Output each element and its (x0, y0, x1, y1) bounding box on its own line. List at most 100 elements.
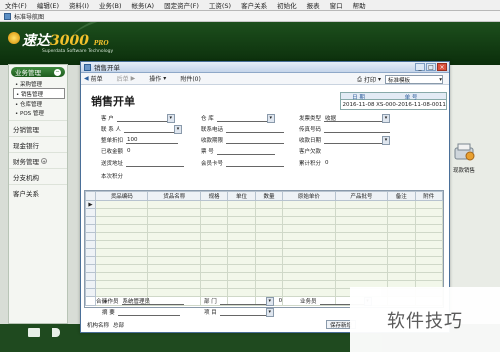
table-cell[interactable] (147, 272, 201, 281)
table-cell[interactable] (334, 200, 389, 209)
table-cell[interactable] (147, 200, 201, 209)
col-batch-no[interactable]: 产品批号 (334, 191, 389, 201)
table-row[interactable] (85, 216, 443, 225)
table-cell[interactable] (94, 216, 149, 225)
table-cell[interactable] (387, 216, 416, 225)
table-cell[interactable] (227, 240, 256, 249)
table-cell[interactable] (199, 256, 229, 265)
table-cell[interactable] (147, 224, 201, 233)
table-cell[interactable] (199, 200, 229, 209)
table-cell[interactable] (94, 272, 149, 281)
sidebar-item-distribution[interactable]: 分销管理 (9, 120, 67, 136)
table-cell[interactable] (282, 256, 336, 265)
table-cell[interactable] (282, 208, 336, 217)
nav-map-label[interactable]: 标准导航图 (14, 12, 44, 21)
table-cell[interactable] (254, 200, 284, 209)
table-cell[interactable] (414, 200, 443, 209)
table-cell[interactable] (414, 256, 443, 265)
date-value[interactable]: 2016-11-08 (341, 102, 376, 108)
ticket-no-input[interactable] (216, 148, 275, 155)
table-cell[interactable] (199, 264, 229, 273)
menu-reports[interactable]: 报表 (302, 0, 325, 10)
customer-input[interactable] (116, 113, 175, 123)
table-cell[interactable] (94, 256, 149, 265)
table-cell[interactable] (334, 248, 389, 257)
table-cell[interactable] (94, 200, 149, 209)
table-cell[interactable] (254, 216, 284, 225)
sidebar-sub-warehouse[interactable]: • 仓库管理 (9, 99, 67, 108)
table-cell[interactable] (199, 208, 229, 217)
table-cell[interactable] (147, 232, 201, 241)
table-cell[interactable] (199, 272, 229, 281)
sound-icon[interactable] (52, 328, 60, 337)
table-cell[interactable] (282, 216, 336, 225)
table-row[interactable] (85, 208, 443, 217)
table-cell[interactable] (147, 264, 201, 273)
table-cell[interactable] (254, 240, 284, 249)
table-cell[interactable] (334, 232, 389, 241)
table-cell[interactable] (387, 240, 416, 249)
table-cell[interactable] (147, 240, 201, 249)
menu-business[interactable]: 业务(B) (94, 0, 127, 10)
table-cell[interactable] (199, 248, 229, 257)
print-button[interactable]: ⎙ 打印 ▾ (357, 75, 381, 85)
col-attachment[interactable]: 附件 (414, 191, 443, 201)
menu-edit[interactable]: 编辑(E) (32, 0, 64, 10)
table-cell[interactable] (334, 208, 389, 217)
sidebar-item-cash-bank[interactable]: 现金银行 (9, 136, 67, 152)
table-cell[interactable] (387, 256, 416, 265)
table-cell[interactable] (227, 264, 256, 273)
table-cell[interactable] (94, 240, 149, 249)
table-cell[interactable] (282, 264, 336, 273)
table-cell[interactable] (387, 224, 416, 233)
table-cell[interactable] (254, 232, 284, 241)
table-cell[interactable] (227, 224, 256, 233)
next-order-button[interactable]: 后单 ▶ (117, 74, 136, 83)
table-cell[interactable] (254, 208, 284, 217)
table-cell[interactable] (199, 224, 229, 233)
menu-accounts[interactable]: 帐务(A) (127, 0, 160, 10)
table-cell[interactable] (282, 200, 336, 209)
maximize-button[interactable]: □ (426, 63, 436, 71)
project-select[interactable] (219, 307, 274, 317)
table-cell[interactable] (254, 248, 284, 257)
table-cell[interactable] (334, 264, 389, 273)
table-cell[interactable] (147, 208, 201, 217)
table-cell[interactable] (94, 248, 149, 257)
table-row[interactable] (85, 272, 443, 281)
table-cell[interactable] (227, 248, 256, 257)
table-row[interactable] (85, 264, 443, 273)
invoice-type-select[interactable]: 收据 (324, 113, 391, 123)
table-cell[interactable] (254, 256, 284, 265)
table-cell[interactable] (387, 200, 416, 209)
table-cell[interactable] (94, 224, 149, 233)
receive-term-input[interactable] (226, 137, 285, 144)
table-cell[interactable] (147, 256, 201, 265)
table-cell[interactable] (282, 248, 336, 257)
table-cell[interactable] (414, 264, 443, 273)
table-cell[interactable] (227, 272, 256, 281)
table-row[interactable] (85, 232, 443, 241)
table-cell[interactable] (147, 280, 201, 289)
table-cell[interactable] (282, 240, 336, 249)
collapse-icon[interactable]: − (54, 68, 61, 76)
table-cell[interactable] (387, 248, 416, 257)
attachments-button[interactable]: 附件(0) (180, 74, 201, 83)
sidebar-head-business[interactable]: 业务管理 − (11, 67, 65, 77)
minimize-button[interactable]: _ (415, 63, 425, 71)
col-unit-price[interactable]: 原始单价 (282, 191, 336, 201)
table-cell[interactable] (334, 240, 389, 249)
table-row[interactable] (85, 240, 443, 249)
fax-input[interactable] (324, 126, 391, 133)
table-cell[interactable] (227, 232, 256, 241)
table-cell[interactable] (147, 216, 201, 225)
sidebar-sub-pos[interactable]: • POS 管理 (9, 108, 67, 117)
table-cell[interactable] (414, 232, 443, 241)
col-quantity[interactable]: 数量 (254, 191, 284, 201)
sidebar-sub-purchase[interactable]: • 采购管理 (9, 79, 67, 88)
table-cell[interactable] (334, 272, 389, 281)
warehouse-select[interactable] (216, 113, 275, 123)
delivery-address-input[interactable] (126, 160, 185, 167)
table-cell[interactable] (334, 256, 389, 265)
table-cell[interactable] (227, 200, 256, 209)
